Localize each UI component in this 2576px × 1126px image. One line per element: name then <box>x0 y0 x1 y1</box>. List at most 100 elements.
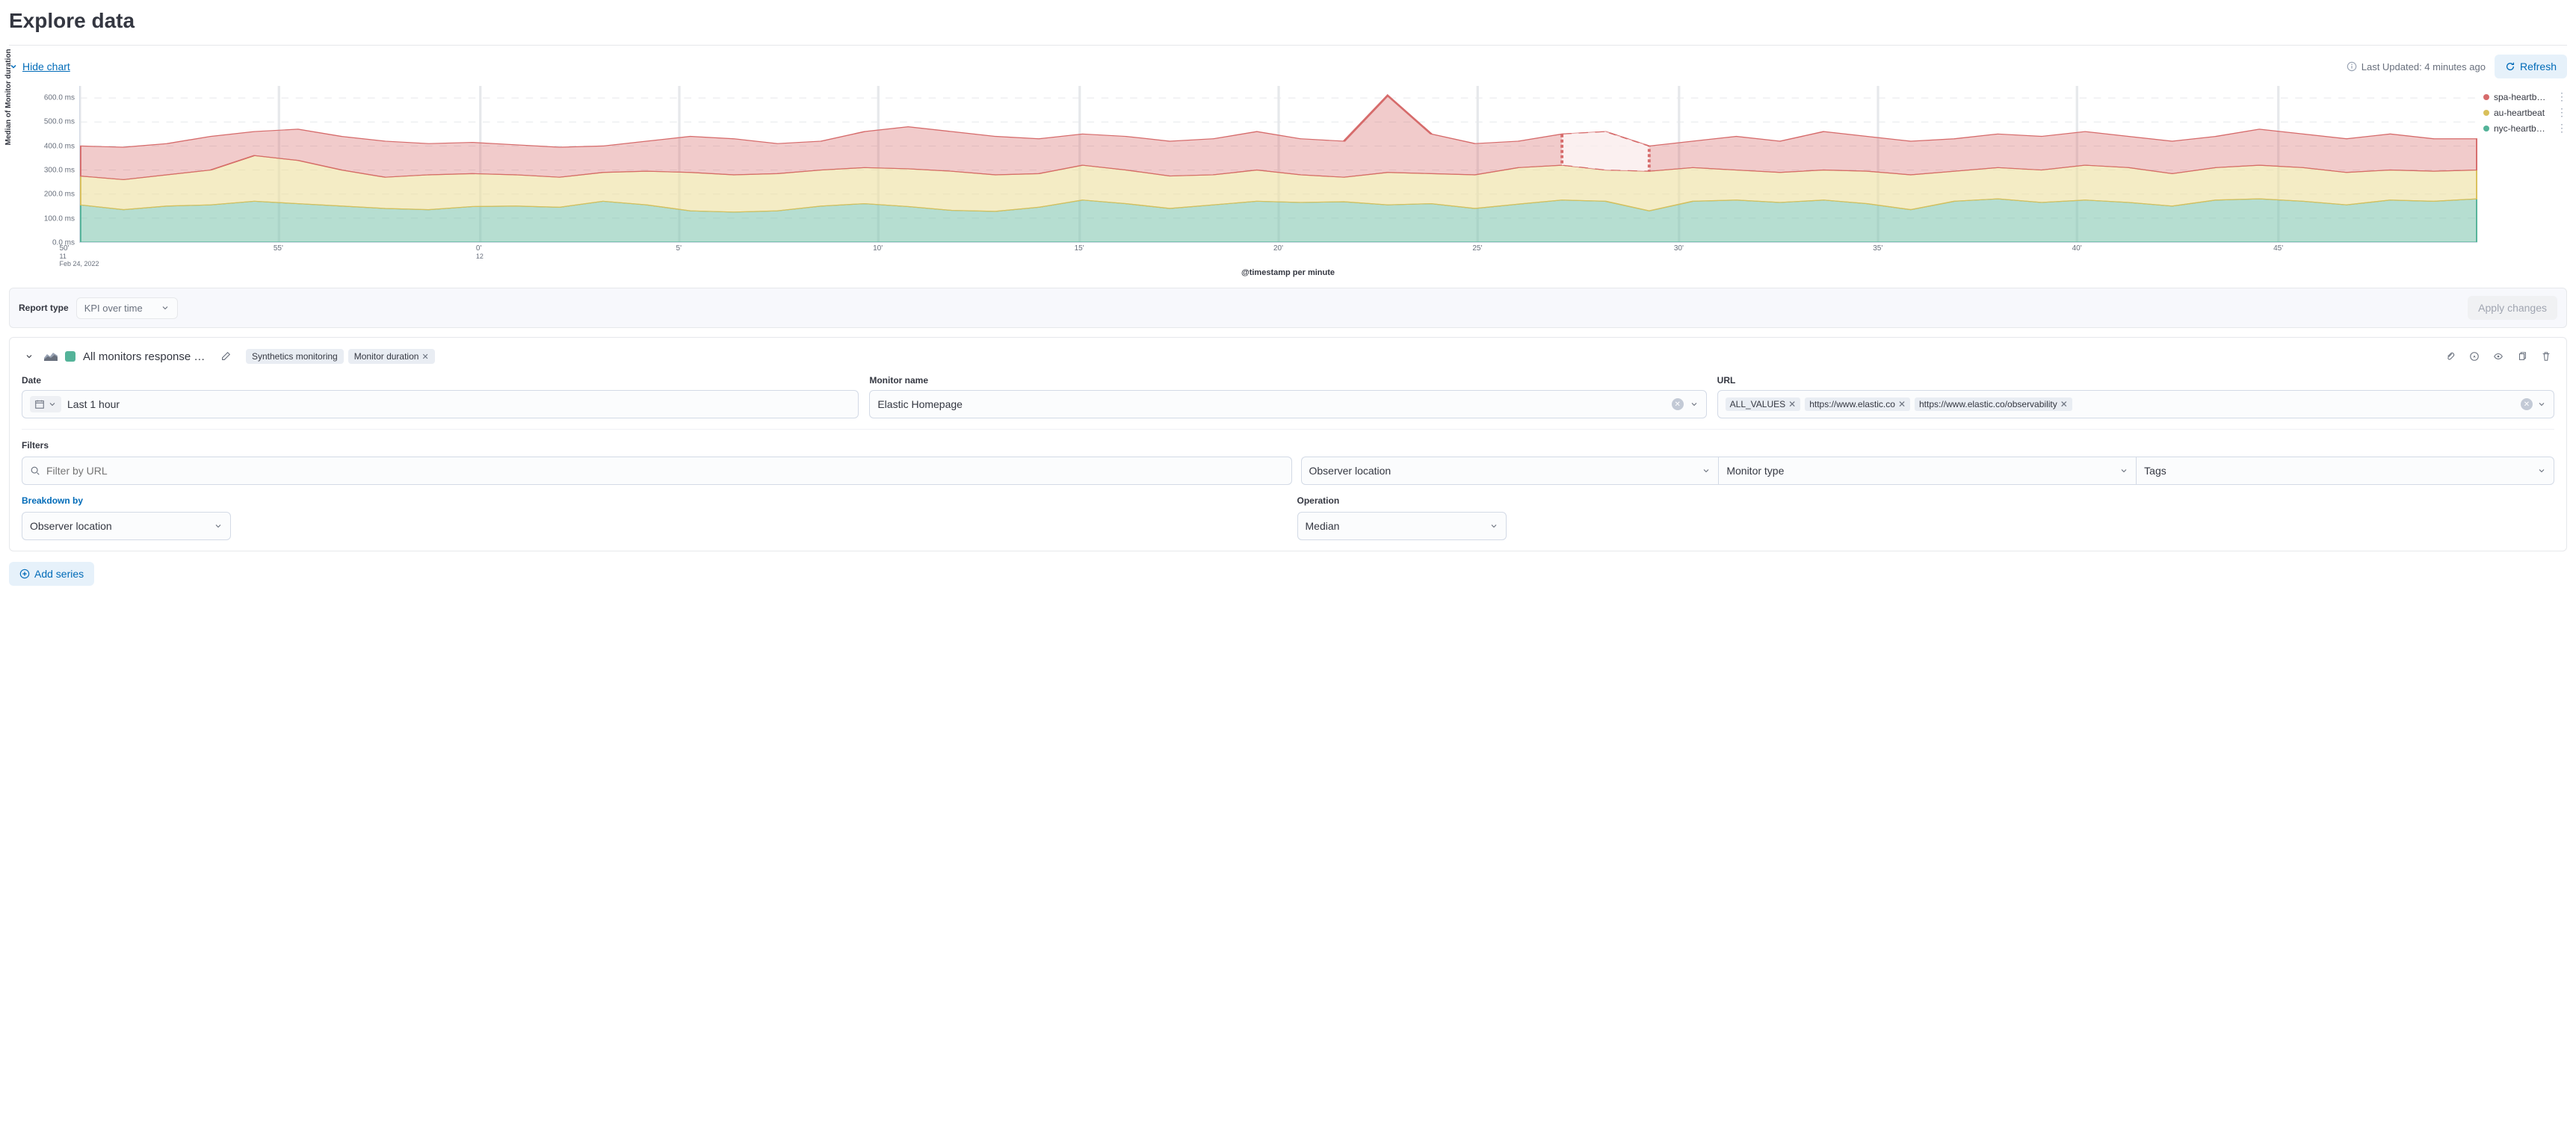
clear-monitor-button[interactable]: ✕ <box>1672 398 1684 410</box>
x-tick: 35' <box>1873 244 1882 253</box>
y-tick: 100.0 ms <box>44 214 75 223</box>
filter-search-field[interactable] <box>46 465 1284 477</box>
attach-button[interactable] <box>2442 348 2459 365</box>
x-tick: 5' <box>676 244 682 253</box>
remove-chip-button[interactable]: ✕ <box>2060 399 2068 409</box>
chevron-down-icon <box>1489 522 1498 530</box>
series-tag: Synthetics monitoring <box>246 349 344 364</box>
edit-series-button[interactable] <box>217 348 234 365</box>
chevron-down-icon <box>48 400 57 409</box>
filter-search-input[interactable] <box>22 457 1292 485</box>
explore-button[interactable] <box>2466 348 2483 365</box>
copy-icon <box>2517 351 2527 362</box>
monitor-name-value: Elastic Homepage <box>877 398 1665 410</box>
x-tick: 15' <box>1075 244 1084 253</box>
chevron-down-icon <box>1690 400 1699 409</box>
trash-icon <box>2541 351 2551 362</box>
series-color-swatch[interactable] <box>65 351 75 362</box>
series-name: All monitors response d… <box>83 350 210 363</box>
url-chips: ALL_VALUES✕ https://www.elastic.co✕ https:… <box>1726 397 2516 411</box>
monitor-name-input[interactable]: Elastic Homepage ✕ <box>869 390 1706 418</box>
legend-dot <box>2483 126 2489 132</box>
add-series-label: Add series <box>34 568 84 580</box>
date-prefix[interactable] <box>30 396 61 412</box>
chevron-down-icon <box>25 352 34 361</box>
last-updated-text: Last Updated: 4 minutes ago <box>2347 61 2486 72</box>
filter-col2-label: Monitor type <box>1726 465 1784 477</box>
pencil-icon <box>220 351 231 362</box>
hide-chart-label: Hide chart <box>22 61 70 72</box>
legend-item[interactable]: au-heartbeat ⋮ <box>2483 106 2567 119</box>
info-icon <box>2347 61 2357 72</box>
y-tick: 500.0 ms <box>44 118 75 126</box>
x-axis-ticks: 50'11Feb 24, 202255'0'125'10'15'20'25'30… <box>79 243 2477 262</box>
chevron-down-icon <box>214 522 223 530</box>
y-tick: 200.0 ms <box>44 191 75 199</box>
breakdown-label[interactable]: Breakdown by <box>22 495 1279 506</box>
y-tick: 300.0 ms <box>44 167 75 175</box>
legend-dot <box>2483 94 2489 100</box>
report-type-select[interactable]: KPI over time <box>76 297 178 319</box>
x-tick: 50'11Feb 24, 2022 <box>59 244 99 267</box>
legend-item[interactable]: nyc-heartb… ⋮ <box>2483 122 2567 134</box>
refresh-label: Refresh <box>2520 61 2557 72</box>
date-input[interactable]: Last 1 hour <box>22 390 859 418</box>
remove-chip-button[interactable]: ✕ <box>1788 399 1796 409</box>
url-chip: https://www.elastic.co/observability✕ <box>1915 397 2072 411</box>
date-label: Date <box>22 375 859 386</box>
operation-select[interactable]: Median <box>1297 512 1507 540</box>
operation-label: Operation <box>1297 495 2555 506</box>
legend-more-button[interactable]: ⋮ <box>2557 90 2567 103</box>
x-tick: 20' <box>1273 244 1283 253</box>
refresh-icon <box>2505 61 2515 72</box>
chevron-down-icon <box>1702 466 1711 475</box>
x-tick: 30' <box>1674 244 1684 253</box>
visibility-button[interactable] <box>2490 348 2506 365</box>
legend-more-button[interactable]: ⋮ <box>2557 122 2567 134</box>
monitor-name-label: Monitor name <box>869 375 1706 386</box>
apply-changes-button[interactable]: Apply changes <box>2468 296 2557 320</box>
legend-item[interactable]: spa-heartb… ⋮ <box>2483 90 2567 103</box>
collapse-series-button[interactable] <box>22 349 37 364</box>
last-updated-label: Last Updated: 4 minutes ago <box>2362 61 2486 72</box>
legend-label: au-heartbeat <box>2494 108 2552 118</box>
x-tick: 40' <box>2072 244 2082 253</box>
remove-tag-button[interactable]: ✕ <box>421 352 428 362</box>
x-tick: 55' <box>274 244 283 253</box>
legend-label: spa-heartb… <box>2494 92 2552 102</box>
url-chip: ALL_VALUES✕ <box>1726 397 1801 411</box>
compass-icon <box>2469 351 2480 362</box>
delete-button[interactable] <box>2538 348 2554 365</box>
add-series-button[interactable]: Add series <box>9 562 94 586</box>
url-input[interactable]: ALL_VALUES✕ https://www.elastic.co✕ https:… <box>1717 390 2554 418</box>
config-panel: Report type KPI over time Apply changes <box>9 288 2567 328</box>
calendar-icon <box>34 399 45 409</box>
x-tick: 0'12 <box>476 244 484 260</box>
y-tick: 400.0 ms <box>44 142 75 150</box>
filter-tags[interactable]: Tags <box>2136 457 2554 485</box>
url-chip: https://www.elastic.co✕ <box>1805 397 1910 411</box>
hide-chart-link[interactable]: Hide chart <box>9 61 70 72</box>
eye-icon <box>2493 351 2504 362</box>
remove-chip-button[interactable]: ✕ <box>1898 399 1906 409</box>
chevron-down-icon <box>2119 466 2128 475</box>
filter-monitor-type[interactable]: Monitor type <box>1718 457 2136 485</box>
search-icon <box>30 465 40 476</box>
page-title: Explore data <box>9 9 2567 33</box>
paperclip-icon <box>2445 351 2456 362</box>
clear-url-button[interactable]: ✕ <box>2521 398 2533 410</box>
legend-label: nyc-heartb… <box>2494 123 2552 134</box>
filter-observer-location[interactable]: Observer location <box>1301 457 1719 485</box>
refresh-button[interactable]: Refresh <box>2495 55 2567 78</box>
filter-col1-label: Observer location <box>1309 465 1392 477</box>
legend-more-button[interactable]: ⋮ <box>2557 106 2567 119</box>
chevron-down-icon <box>161 303 170 312</box>
chart-plot[interactable] <box>79 86 2477 243</box>
copy-button[interactable] <box>2514 348 2530 365</box>
breakdown-value: Observer location <box>30 520 112 532</box>
series-header: All monitors response d… Synthetics moni… <box>22 348 2554 365</box>
chevron-down-icon <box>2537 400 2546 409</box>
chart-legend: spa-heartb… ⋮ au-heartbeat ⋮ nyc-heartb… ⋮ <box>2483 90 2567 137</box>
breakdown-select[interactable]: Observer location <box>22 512 231 540</box>
area-chart-icon <box>44 350 58 363</box>
